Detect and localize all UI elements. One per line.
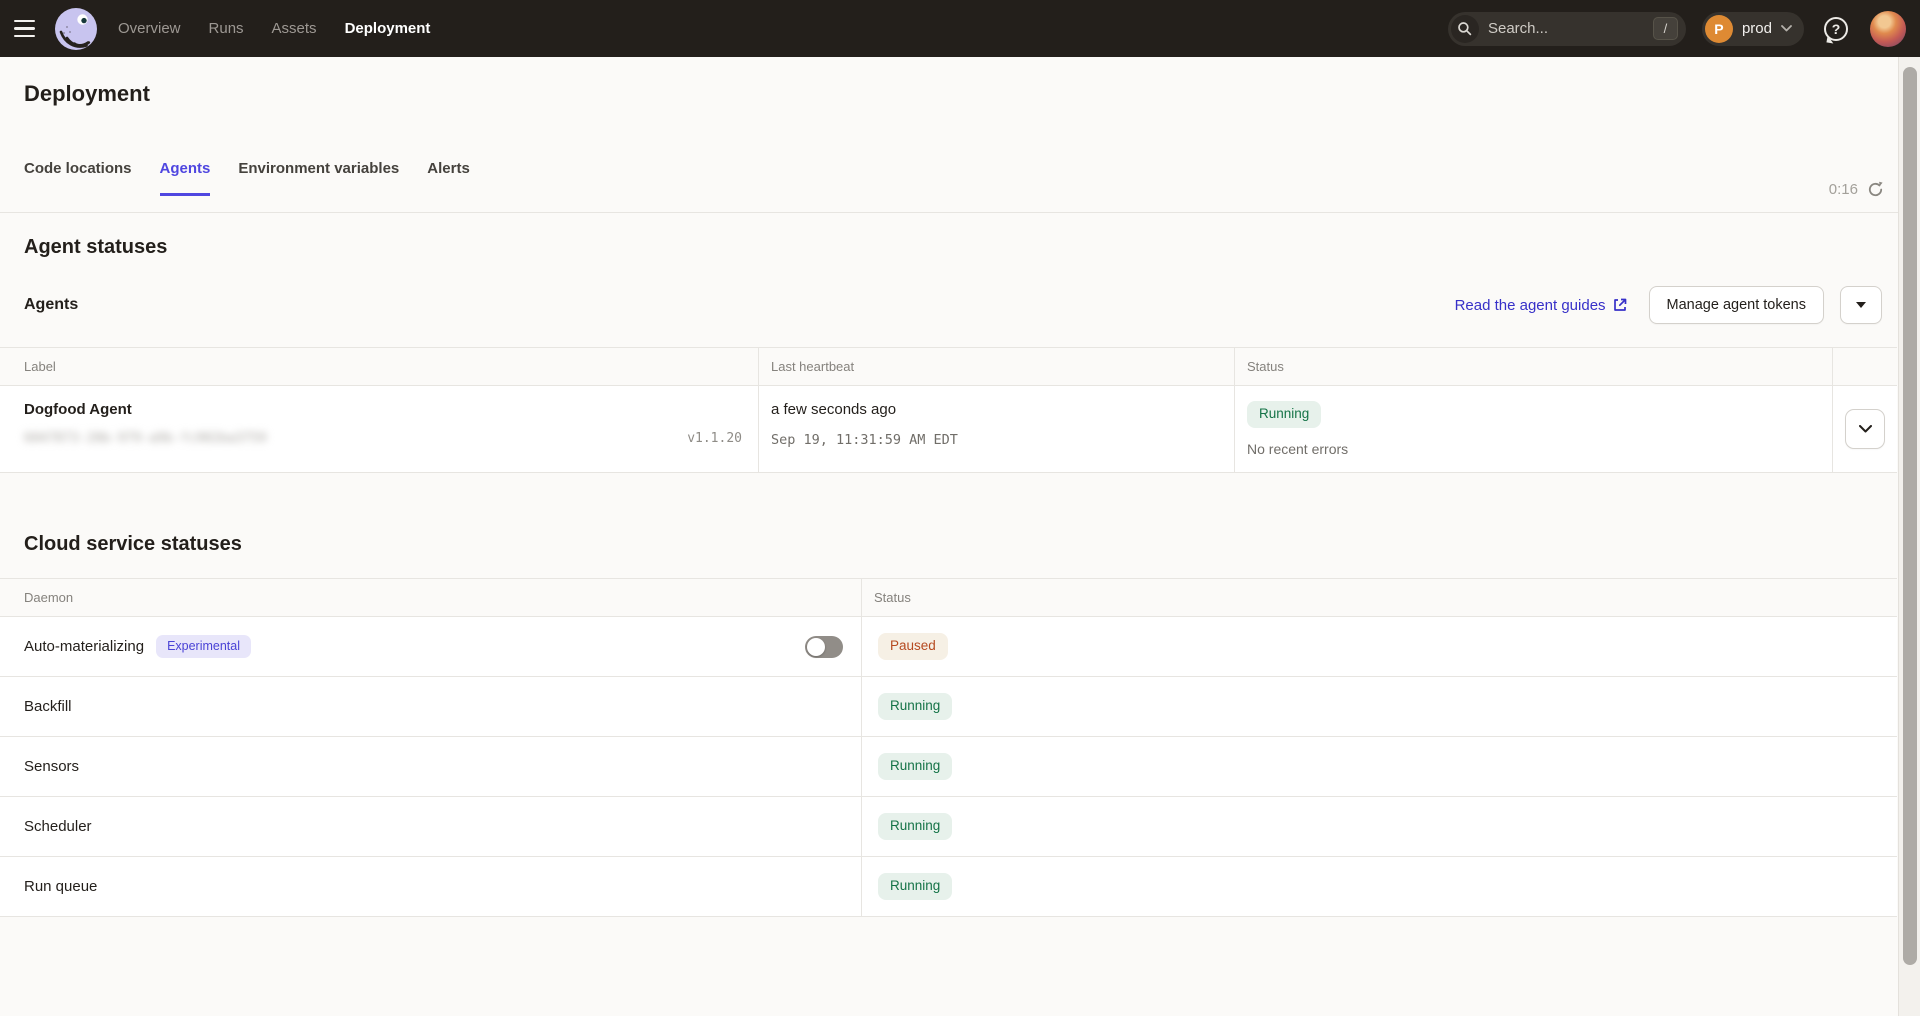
agent-row-expand-button[interactable] xyxy=(1845,409,1885,449)
search-input[interactable] xyxy=(1488,20,1653,37)
tab-code-locations[interactable]: Code locations xyxy=(24,160,132,196)
nav-item-assets[interactable]: Assets xyxy=(272,20,317,37)
agent-row: Dogfood Agent 6047873-20b-979-a9b-fc902b… xyxy=(0,386,1897,472)
daemon-row-run-queue: Run queue Running xyxy=(0,857,1897,916)
agents-table-header: Label Last heartbeat Status xyxy=(0,348,1897,386)
search-shortcut-key: / xyxy=(1653,17,1678,40)
daemon-name: Backfill xyxy=(24,698,72,715)
tab-agents[interactable]: Agents xyxy=(160,160,211,196)
agents-table: Label Last heartbeat Status Dogfood Agen… xyxy=(0,347,1897,473)
nav-item-deployment[interactable]: Deployment xyxy=(345,20,431,37)
agent-name: Dogfood Agent xyxy=(24,401,746,418)
agent-status-detail: No recent errors xyxy=(1247,441,1820,457)
search-icon xyxy=(1451,15,1479,43)
status-badge-running: Running xyxy=(878,813,952,840)
column-header-status: Status xyxy=(862,579,1897,616)
status-badge-paused: Paused xyxy=(878,633,948,660)
agent-statuses-heading: Agent statuses xyxy=(24,236,167,259)
agent-status-cell: Running No recent errors xyxy=(1235,386,1833,472)
status-badge-running: Running xyxy=(878,753,952,780)
tab-environment-variables[interactable]: Environment variables xyxy=(238,160,399,196)
chevron-down-icon xyxy=(1781,25,1792,32)
user-avatar[interactable] xyxy=(1870,11,1906,47)
daemon-name: Auto-materializing xyxy=(24,638,144,655)
scrollbar-thumb[interactable] xyxy=(1903,67,1917,965)
page-title: Deployment xyxy=(24,81,150,107)
column-header-label: Label xyxy=(0,348,759,385)
agent-status-badge: Running xyxy=(1247,401,1321,428)
daemon-row-scheduler: Scheduler Running xyxy=(0,797,1897,857)
auto-materializing-toggle[interactable] xyxy=(805,636,843,658)
agent-version: v1.1.20 xyxy=(687,431,746,446)
main-content: Deployment Code locations Agents Environ… xyxy=(0,57,1898,1016)
menu-icon[interactable] xyxy=(14,12,48,46)
daemon-name: Scheduler xyxy=(24,818,92,835)
status-badge-running: Running xyxy=(878,873,952,900)
heartbeat-relative-time: a few seconds ago xyxy=(771,401,1222,418)
heartbeat-timestamp: Sep 19, 11:31:59 AM EDT xyxy=(771,432,1222,448)
org-avatar: P xyxy=(1705,15,1733,43)
primary-nav: Overview Runs Assets Deployment xyxy=(118,20,430,37)
daemon-name: Run queue xyxy=(24,878,97,895)
search-bar[interactable]: / xyxy=(1448,12,1686,46)
help-icon[interactable]: ? xyxy=(1824,15,1852,43)
agent-guides-link-label: Read the agent guides xyxy=(1455,297,1606,314)
daemon-row-sensors: Sensors Running xyxy=(0,737,1897,797)
agent-heartbeat-cell: a few seconds ago Sep 19, 11:31:59 AM ED… xyxy=(759,386,1235,472)
experimental-badge: Experimental xyxy=(156,635,251,659)
chevron-down-icon xyxy=(1859,425,1872,433)
agents-subheading: Agents xyxy=(24,296,78,314)
nav-item-overview[interactable]: Overview xyxy=(118,20,181,37)
agent-id-redacted: 6047873-20b-979-a9b-fc902ba3759 xyxy=(24,431,267,446)
refresh-countdown: 0:16 xyxy=(1829,181,1858,198)
column-header-daemon: Daemon xyxy=(0,579,862,616)
tab-alerts[interactable]: Alerts xyxy=(427,160,470,196)
status-badge-running: Running xyxy=(878,693,952,720)
cloud-services-table: Daemon Status Auto-materializing Experim… xyxy=(0,578,1897,917)
daemon-status-cell: Paused xyxy=(862,617,1897,676)
refresh-icon[interactable] xyxy=(1867,181,1884,198)
column-header-status: Status xyxy=(1235,348,1833,385)
agent-label-cell: Dogfood Agent 6047873-20b-979-a9b-fc902b… xyxy=(0,386,759,472)
cloud-service-statuses-heading: Cloud service statuses xyxy=(24,533,242,556)
column-header-last-heartbeat: Last heartbeat xyxy=(759,348,1235,385)
manage-agent-tokens-button[interactable]: Manage agent tokens xyxy=(1649,286,1824,324)
external-link-icon xyxy=(1613,298,1627,312)
top-navigation-bar: Overview Runs Assets Deployment / P prod… xyxy=(0,0,1920,57)
org-name: prod xyxy=(1742,20,1772,37)
caret-down-icon xyxy=(1856,302,1866,308)
daemon-row-auto-materializing: Auto-materializing Experimental Paused xyxy=(0,617,1897,677)
cloud-table-header: Daemon Status xyxy=(0,579,1897,617)
tab-strip-divider xyxy=(0,212,1898,213)
agent-guides-link[interactable]: Read the agent guides xyxy=(1455,297,1627,314)
agents-toolbar: Agents Read the agent guides Manage agen… xyxy=(24,285,1882,325)
daemon-cell: Auto-materializing Experimental xyxy=(0,617,862,676)
nav-item-runs[interactable]: Runs xyxy=(209,20,244,37)
agents-more-actions-button[interactable] xyxy=(1840,286,1882,324)
vertical-scrollbar[interactable] xyxy=(1898,57,1920,1016)
daemon-name: Sensors xyxy=(24,758,79,775)
refresh-area: 0:16 xyxy=(1829,181,1884,198)
dagster-logo-icon[interactable] xyxy=(54,7,98,51)
daemon-row-backfill: Backfill Running xyxy=(0,677,1897,737)
tab-strip: Code locations Agents Environment variab… xyxy=(24,160,470,196)
org-switcher-dropdown[interactable]: P prod xyxy=(1702,12,1804,46)
